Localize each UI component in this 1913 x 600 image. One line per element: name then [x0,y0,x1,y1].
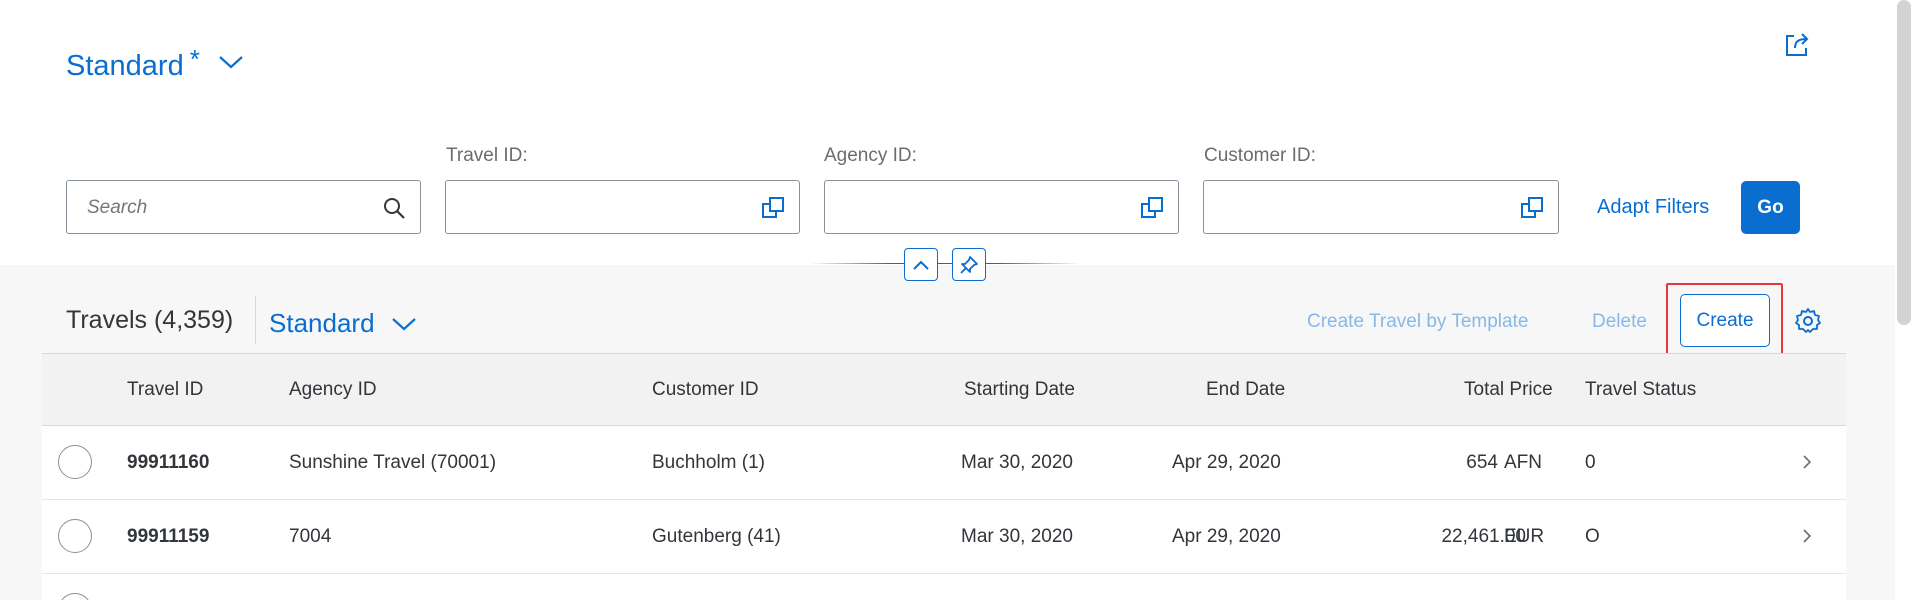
search-placeholder: Search [87,197,148,218]
cell-travel-id: 99911159 [127,526,210,547]
navigation-arrow-icon[interactable] [1800,528,1814,544]
value-help-icon[interactable] [1140,196,1164,220]
navigation-arrow-icon[interactable] [1800,454,1814,470]
row-select-radio[interactable] [58,445,92,479]
variant-selector[interactable]: Standard * [66,46,244,86]
variant-modified-marker: * [189,44,200,74]
travel-id-field[interactable] [445,180,800,234]
column-header-end-date[interactable]: End Date [1206,379,1285,401]
row-select-radio[interactable] [58,593,92,600]
cell-travel-status: O [1585,526,1600,547]
agency-id-field[interactable] [824,180,1179,234]
column-header-travel-status[interactable]: Travel Status [1585,379,1696,401]
chevron-down-icon[interactable] [218,54,244,70]
cell-starting-date: Mar 30, 2020 [961,452,1073,473]
search-icon[interactable] [382,196,406,220]
column-header-agency-id[interactable]: Agency ID [289,379,377,401]
delete-button[interactable]: Delete [1592,311,1647,333]
customer-id-field[interactable] [1203,180,1559,234]
travel-id-label: Travel ID: [446,145,528,166]
table-variant-selector[interactable]: Standard [269,308,417,339]
table-title: Travels (4,359) [66,306,234,334]
share-icon[interactable] [1782,30,1812,60]
variant-title: Standard [66,50,184,82]
cell-currency: EUR [1504,526,1545,547]
cell-currency: AFN [1504,452,1542,473]
pin-header-button[interactable] [952,248,986,281]
customer-id-label: Customer ID: [1204,145,1316,166]
page-header: Standard * Search Travel ID: Agency ID: [0,0,1895,265]
table-row[interactable] [42,574,1846,600]
cell-travel-status: 0 [1585,452,1596,473]
cell-agency-id: Sunshine Travel (70001) [289,452,497,473]
cell-total-price: 654 [1466,452,1498,473]
table-row[interactable]: 99911160 Sunshine Travel (70001) Buchhol… [42,426,1846,500]
table-row[interactable]: 99911159 7004 Gutenberg (41) Mar 30, 202… [42,500,1846,574]
header-collapse-divider [810,263,1080,264]
cell-travel-id: 99911160 [127,452,210,473]
column-header-total-price[interactable]: Total Price [1464,379,1553,401]
column-header-starting-date[interactable]: Starting Date [964,379,1075,401]
settings-icon[interactable] [1794,307,1822,335]
table-variant-label: Standard [269,308,375,338]
column-header-travel-id[interactable]: Travel ID [127,379,203,401]
adapt-filters-button[interactable]: Adapt Filters [1597,196,1709,219]
cell-customer-id: Buchholm (1) [652,452,765,473]
travels-table: Travel ID Agency ID Customer ID Starting… [42,353,1846,600]
column-header-customer-id[interactable]: Customer ID [652,379,759,401]
create-button[interactable]: Create [1680,294,1770,347]
value-help-icon[interactable] [1520,196,1544,220]
pin-icon [960,255,978,274]
cell-starting-date: Mar 30, 2020 [961,526,1073,547]
cell-end-date: Apr 29, 2020 [1172,452,1281,473]
go-button[interactable]: Go [1741,181,1800,234]
table-header: Travel ID Agency ID Customer ID Starting… [42,353,1846,426]
row-select-radio[interactable] [58,519,92,553]
create-by-template-button[interactable]: Create Travel by Template [1307,311,1528,333]
toolbar-separator [255,296,256,344]
chevron-up-icon [913,260,929,270]
chevron-down-icon [391,317,416,330]
collapse-header-button[interactable] [904,248,938,281]
agency-id-label: Agency ID: [824,145,917,166]
search-field[interactable]: Search [66,180,421,234]
value-help-icon[interactable] [761,196,785,220]
cell-customer-id: Gutenberg (41) [652,526,781,547]
cell-agency-id: 7004 [289,526,332,547]
cell-end-date: Apr 29, 2020 [1172,526,1281,547]
scrollbar-thumb[interactable] [1897,0,1911,325]
